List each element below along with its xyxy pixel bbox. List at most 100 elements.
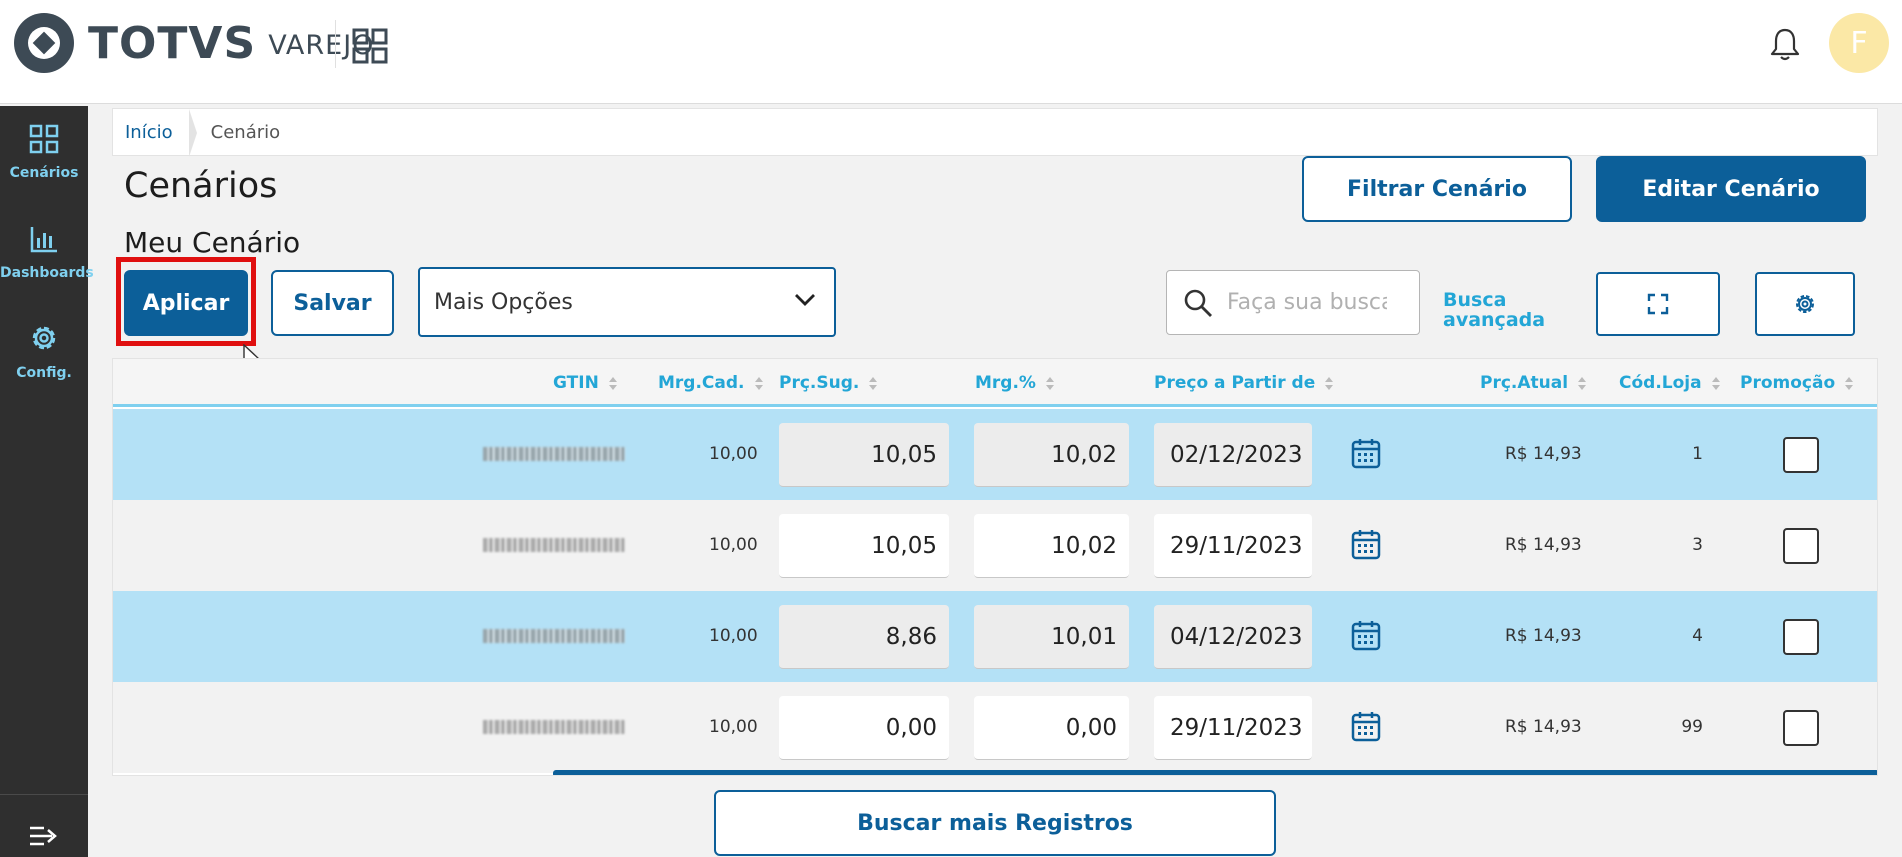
sidebar-item-label: Cenários bbox=[9, 165, 79, 181]
search-box[interactable] bbox=[1166, 270, 1420, 335]
calendar-icon[interactable] bbox=[1351, 710, 1381, 742]
column-header-gtin[interactable]: GTIN bbox=[553, 373, 617, 393]
sidebar-item-label: Config. bbox=[16, 365, 72, 381]
cod-loja-cell: 1 bbox=[1692, 444, 1703, 464]
collapse-menu-icon[interactable] bbox=[28, 825, 58, 847]
column-header-mrg-pct[interactable]: Mrg.% bbox=[975, 373, 1054, 393]
apply-button[interactable]: Aplicar bbox=[124, 270, 248, 336]
sort-icon bbox=[1325, 377, 1333, 390]
more-options-select[interactable]: Mais Opções bbox=[418, 267, 836, 337]
advanced-search-line1: Busca bbox=[1443, 289, 1507, 311]
totvs-logo[interactable]: TOTVS VAREJO bbox=[14, 13, 374, 73]
advanced-search-link[interactable]: Busca avançada bbox=[1443, 290, 1545, 330]
mrg-cad-cell: 10,00 bbox=[709, 535, 758, 555]
date-input[interactable]: 29/11/2023 bbox=[1154, 696, 1312, 760]
sort-icon bbox=[609, 377, 617, 390]
horizontal-scrollbar[interactable] bbox=[553, 770, 1877, 775]
gear-icon bbox=[32, 326, 56, 350]
promocao-checkbox[interactable] bbox=[1783, 619, 1819, 655]
date-input[interactable]: 04/12/2023 bbox=[1154, 605, 1312, 669]
calendar-icon[interactable] bbox=[1351, 437, 1381, 469]
prc-atual-cell: R$ 14,93 bbox=[1505, 444, 1582, 464]
fullscreen-icon bbox=[1647, 293, 1669, 315]
bar-chart-icon bbox=[30, 227, 57, 253]
page-title: Cenários bbox=[124, 166, 278, 206]
top-bar: TOTVS VAREJO F bbox=[0, 0, 1902, 104]
totvs-logo-mark bbox=[14, 13, 74, 73]
date-input[interactable]: 02/12/2023 bbox=[1154, 423, 1312, 487]
search-icon bbox=[1184, 289, 1212, 317]
column-header-mrg-cad[interactable]: Mrg.Cad. bbox=[658, 373, 763, 393]
column-header-prc-atual[interactable]: Prç.Atual bbox=[1480, 373, 1586, 393]
scenario-title: Meu Cenário bbox=[124, 226, 301, 259]
mrg-cad-cell: 10,00 bbox=[709, 626, 758, 646]
sidebar-footer bbox=[0, 794, 88, 857]
sort-icon bbox=[869, 377, 877, 390]
grid-icon bbox=[29, 124, 59, 154]
mrg-pct-input[interactable]: 10,01 bbox=[974, 605, 1129, 669]
gtin-redacted bbox=[483, 538, 625, 552]
sidebar-item-config[interactable]: Config. bbox=[0, 322, 88, 381]
breadcrumb-home-link[interactable]: Início bbox=[113, 109, 197, 157]
edit-scenario-button[interactable]: Editar Cenário bbox=[1596, 156, 1866, 222]
sidebar-item-cenarios[interactable]: Cenários bbox=[0, 124, 88, 181]
mrg-cad-cell: 10,00 bbox=[709, 444, 758, 464]
prc-sug-input[interactable]: 0,00 bbox=[779, 696, 949, 760]
prc-sug-input[interactable]: 10,05 bbox=[779, 514, 949, 578]
promocao-checkbox[interactable] bbox=[1783, 710, 1819, 746]
sort-icon bbox=[1578, 377, 1586, 390]
load-more-button[interactable]: Buscar mais Registros bbox=[714, 790, 1276, 856]
sort-icon bbox=[755, 377, 763, 390]
select-value: Mais Opções bbox=[434, 289, 573, 315]
table-row[interactable]: 10,00 0,00 0,00 29/11/2023 R$ 14,93 99 bbox=[113, 682, 1877, 773]
brand-name: TOTVS bbox=[88, 17, 257, 69]
mrg-pct-input[interactable]: 0,00 bbox=[974, 696, 1129, 760]
header-divider bbox=[335, 20, 336, 68]
table-row[interactable]: 10,00 10,05 10,02 29/11/2023 R$ 14,93 3 bbox=[113, 500, 1877, 591]
filter-scenario-button[interactable]: Filtrar Cenário bbox=[1302, 156, 1572, 222]
advanced-search-line2: avançada bbox=[1443, 309, 1546, 331]
sidebar: Cenários Dashboards Config. bbox=[0, 106, 94, 857]
promocao-checkbox[interactable] bbox=[1783, 437, 1819, 473]
prc-atual-cell: R$ 14,93 bbox=[1505, 535, 1582, 555]
column-header-promocao[interactable]: Promoção bbox=[1740, 373, 1853, 393]
sort-icon bbox=[1712, 377, 1720, 390]
prc-sug-input[interactable]: 10,05 bbox=[779, 423, 949, 487]
mrg-pct-input[interactable]: 10,02 bbox=[974, 514, 1129, 578]
search-input[interactable] bbox=[1227, 290, 1387, 315]
calendar-icon[interactable] bbox=[1351, 619, 1381, 651]
table-header: GTIN Mrg.Cad. Prç.Sug. Mrg.% Preço a Par… bbox=[113, 359, 1877, 407]
breadcrumb: Início Cenário bbox=[112, 108, 1878, 157]
mrg-cad-cell: 10,00 bbox=[709, 717, 758, 737]
fullscreen-button[interactable] bbox=[1596, 272, 1720, 336]
sidebar-item-dashboards[interactable]: Dashboards bbox=[0, 224, 94, 281]
column-header-cod-loja[interactable]: Cód.Loja bbox=[1619, 373, 1720, 393]
calendar-icon[interactable] bbox=[1351, 528, 1381, 560]
cod-loja-cell: 99 bbox=[1681, 717, 1703, 737]
sort-icon bbox=[1046, 377, 1054, 390]
gear-icon bbox=[1796, 295, 1814, 313]
date-input[interactable]: 29/11/2023 bbox=[1154, 514, 1312, 578]
cod-loja-cell: 4 bbox=[1692, 626, 1703, 646]
promocao-checkbox[interactable] bbox=[1783, 528, 1819, 564]
breadcrumb-current: Cenário bbox=[210, 121, 281, 143]
mrg-pct-input[interactable]: 10,02 bbox=[974, 423, 1129, 487]
column-header-prc-sug[interactable]: Prç.Sug. bbox=[779, 373, 877, 393]
gtin-redacted bbox=[483, 720, 625, 734]
notification-bell-icon[interactable] bbox=[1769, 26, 1801, 62]
cod-loja-cell: 3 bbox=[1692, 535, 1703, 555]
chevron-down-icon bbox=[795, 294, 815, 306]
table-settings-button[interactable] bbox=[1755, 272, 1855, 336]
apps-grid-icon[interactable] bbox=[352, 28, 388, 64]
prc-sug-input[interactable]: 8,86 bbox=[779, 605, 949, 669]
prc-atual-cell: R$ 14,93 bbox=[1505, 626, 1582, 646]
user-avatar[interactable]: F bbox=[1829, 13, 1889, 73]
column-header-preco-partir[interactable]: Preço a Partir de bbox=[1154, 373, 1333, 393]
table-row[interactable]: 10,00 8,86 10,01 04/12/2023 R$ 14,93 4 bbox=[113, 591, 1877, 682]
table-row[interactable]: 10,00 10,05 10,02 02/12/2023 R$ 14,93 1 bbox=[113, 409, 1877, 500]
save-button[interactable]: Salvar bbox=[271, 270, 394, 336]
gtin-redacted bbox=[483, 447, 625, 461]
prc-atual-cell: R$ 14,93 bbox=[1505, 717, 1582, 737]
scenario-table: GTIN Mrg.Cad. Prç.Sug. Mrg.% Preço a Par… bbox=[112, 358, 1878, 776]
sidebar-item-label: Dashboards bbox=[0, 265, 94, 281]
